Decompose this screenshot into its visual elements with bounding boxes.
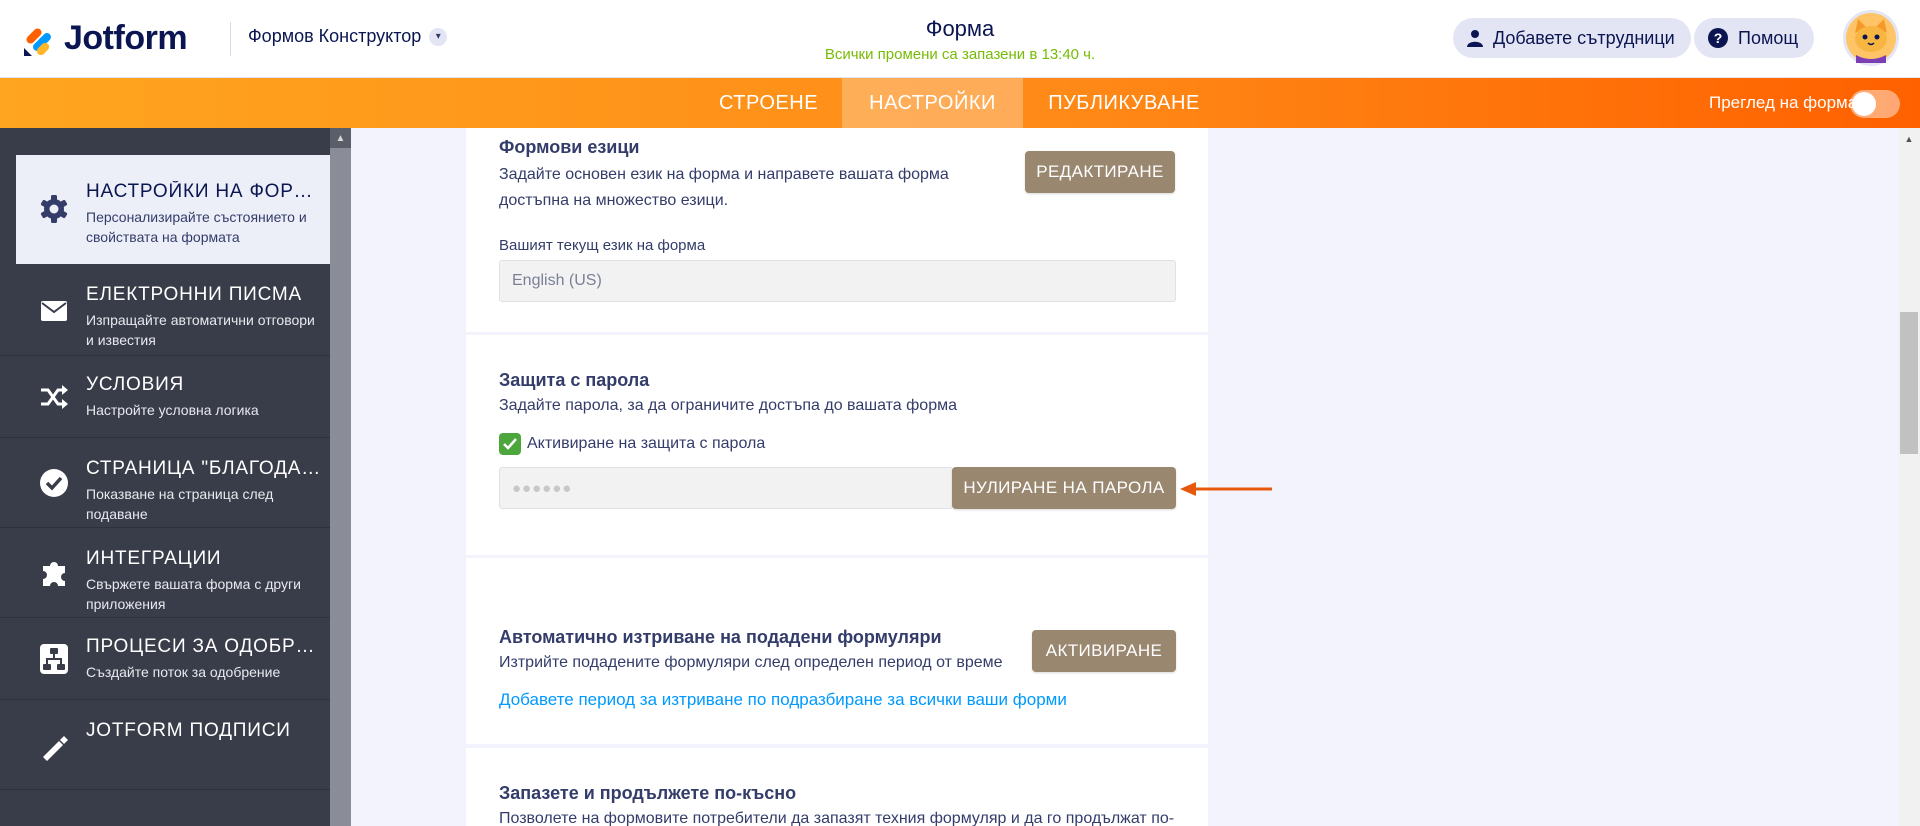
- reset-password-button[interactable]: НУЛИРАНЕ НА ПАРОЛА: [952, 467, 1176, 509]
- sidebar-item-emails[interactable]: ЕЛЕКТРОННИ ПИСМА Изпращайте автоматични …: [0, 266, 330, 356]
- default-deletion-period-link[interactable]: Добавете период за изтриване по подразби…: [499, 690, 1067, 710]
- tab-build[interactable]: СТРОЕНЕ: [705, 78, 832, 128]
- shuffle-icon: [38, 381, 70, 413]
- tab-publish[interactable]: ПУБЛИКУВАНЕ: [1034, 78, 1214, 128]
- enable-password-label: Активиране на защита с парола: [527, 435, 766, 452]
- arrow-left-icon: [1180, 482, 1272, 496]
- toggle-knob: [1852, 92, 1876, 116]
- sidebar-item-form-settings[interactable]: НАСТРОЙКИ НА ФОРМ... Персонализирайте съ…: [16, 155, 330, 264]
- sidebar-item-integrations[interactable]: ИНТЕГРАЦИИ Свържете вашата форма с други…: [0, 528, 330, 618]
- tab-settings[interactable]: НАСТРОЙКИ: [842, 78, 1023, 128]
- sidebar-item-title: JOTFORM ПОДПИСИ: [86, 720, 291, 741]
- sidebar-item-desc: Персонализирайте състоянието и свойстват…: [86, 209, 307, 245]
- sidebar-item-desc: Създайте поток за одобрение: [86, 664, 281, 680]
- sidebar-item-title: ИНТЕГРАЦИИ: [86, 548, 222, 569]
- sidebar-item-approval-flows[interactable]: ПРОЦЕСИ ЗА ОДОБРЕН... Създайте поток за …: [0, 618, 330, 700]
- chevron-down-icon: ▾: [429, 27, 448, 46]
- save-and-continue-desc: Позволете на формовите потребители да за…: [499, 810, 1175, 826]
- gear-icon: [38, 193, 70, 225]
- signature-icon: [38, 730, 70, 762]
- scrollbar-thumb[interactable]: [1900, 312, 1918, 454]
- settings-sidebar: НАСТРОЙКИ НА ФОРМ... Персонализирайте съ…: [0, 128, 330, 826]
- form-languages-title: Формови езици: [499, 137, 640, 157]
- main-navigation: СТРОЕНЕ НАСТРОЙКИ ПУБЛИКУВАНЕ Преглед на…: [0, 78, 1920, 128]
- edit-languages-button[interactable]: РЕДАКТИРАНЕ: [1025, 151, 1175, 193]
- scroll-up-icon[interactable]: ▲: [1898, 128, 1920, 150]
- user-icon: [1467, 29, 1483, 47]
- scroll-up-icon[interactable]: ▲: [330, 128, 351, 148]
- sidebar-item-title: ПРОЦЕСИ ЗА ОДОБРЕН...: [86, 636, 322, 657]
- sidebar-item-title: СТРАНИЦА "БЛАГОДАРЯ": [86, 458, 322, 479]
- form-languages-desc: Задайте основен език на форма и направет…: [499, 166, 949, 209]
- jotform-logo[interactable]: Jotform: [22, 18, 188, 58]
- sidebar-item-desc: Показване на страница след подаване: [86, 486, 274, 522]
- sidebar-item-desc: Изпращайте автоматични отговори и извест…: [86, 312, 315, 348]
- question-circle-icon: ?: [1708, 28, 1728, 48]
- jotform-logo-icon: [24, 28, 51, 56]
- auto-delete-desc: Изтрийте подадените формуляри след опред…: [499, 654, 1003, 671]
- current-language-field[interactable]: English (US): [499, 260, 1176, 302]
- password-field[interactable]: ●●●●●●: [499, 467, 953, 509]
- save-and-continue-title: Запазете и продължете по-късно: [499, 783, 797, 803]
- flow-icon: [38, 643, 70, 675]
- svg-text:?: ?: [1714, 30, 1723, 46]
- avatar[interactable]: [1843, 10, 1899, 66]
- activate-auto-delete-button[interactable]: АКТИВИРАНЕ: [1032, 630, 1176, 672]
- save-status: Всички промени са запазени в 13:40 ч.: [824, 46, 1096, 63]
- auto-delete-title: Автоматично изтриване на подадени формул…: [499, 627, 942, 647]
- password-protection-card: Защита с парола Задайте парола, за да ог…: [466, 335, 1208, 555]
- help-button[interactable]: ? Помощ: [1694, 18, 1815, 58]
- sidebar-item-thank-you-page[interactable]: СТРАНИЦА "БЛАГОДАРЯ" Показване на страни…: [0, 438, 330, 528]
- sidebar-item-title: НАСТРОЙКИ НА ФОРМ...: [86, 181, 322, 202]
- form-builder-label: Формов Конструктор: [248, 26, 422, 46]
- sidebar-scrollbar[interactable]: ▲: [330, 128, 351, 826]
- check-circle-icon: [38, 467, 70, 499]
- sidebar-item-conditions[interactable]: УСЛОВИЯ Настройте условна логика: [0, 356, 330, 438]
- help-label: Помощ: [1738, 27, 1799, 48]
- enable-password-row[interactable]: Активиране на защита с парола: [499, 433, 765, 455]
- sidebar-item-desc: Настройте условна логика: [86, 402, 259, 418]
- form-preview-toggle[interactable]: [1850, 90, 1900, 118]
- form-languages-card: Формови езици Задайте основен език на фо…: [466, 128, 1208, 332]
- password-protection-title: Защита с парола: [499, 370, 650, 390]
- logo-text: Jotform: [64, 18, 188, 57]
- envelope-icon: [38, 295, 70, 327]
- sidebar-item-jotform-signatures[interactable]: JOTFORM ПОДПИСИ: [0, 700, 330, 790]
- top-bar: Jotform Формов Конструктор ▾ Форма Всичк…: [0, 0, 1920, 78]
- add-collaborators-label: Добавете сътрудници: [1493, 27, 1675, 48]
- password-protection-desc: Задайте парола, за да ограничите достъпа…: [499, 397, 957, 414]
- sidebar-item-desc: Свържете вашата форма с други приложения: [86, 576, 301, 612]
- form-title-block: Форма Всички промени са запазени в 13:40…: [760, 16, 1160, 63]
- avatar-cat-icon: [1846, 13, 1896, 63]
- page-scrollbar[interactable]: ▲: [1898, 128, 1920, 826]
- current-language-label: Вашият текущ език на форма: [499, 237, 706, 254]
- auto-delete-card: Автоматично изтриване на подадени формул…: [466, 558, 1208, 744]
- add-collaborators-button[interactable]: Добавете сътрудници: [1453, 18, 1691, 58]
- sidebar-item-title: УСЛОВИЯ: [86, 374, 185, 395]
- header-divider: [230, 22, 231, 56]
- form-preview-label: Преглед на форма: [1709, 93, 1858, 112]
- puzzle-icon: [38, 557, 70, 589]
- save-and-continue-card: Запазете и продължете по-късно Позволете…: [466, 748, 1208, 826]
- sidebar-item-title: ЕЛЕКТРОННИ ПИСМА: [86, 284, 303, 305]
- form-title[interactable]: Форма: [760, 16, 1160, 42]
- form-builder-menu[interactable]: Формов Конструктор ▾: [248, 26, 448, 47]
- checkbox-checked-icon[interactable]: [499, 433, 521, 455]
